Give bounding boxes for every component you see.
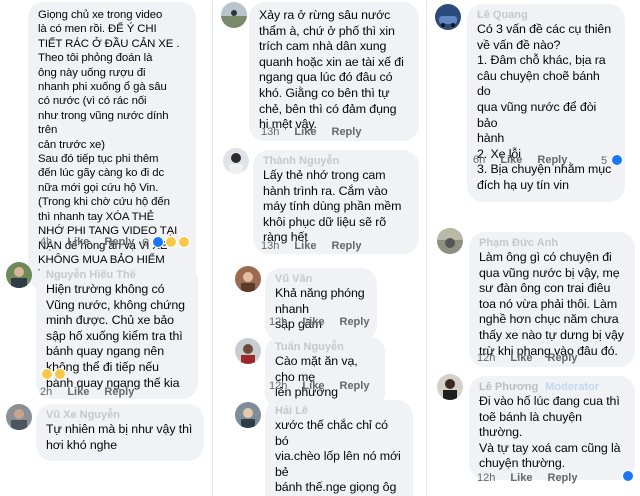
avatar[interactable] (437, 374, 463, 400)
reply-button[interactable]: Reply (332, 126, 362, 138)
commenter-name[interactable]: Lê Phương Moderator (479, 380, 625, 394)
reaction-count[interactable]: 6 (142, 236, 191, 249)
comment-text: Lấy thẻ nhớ trong cam hành trình ra. Cắm… (263, 168, 402, 245)
avatar[interactable] (235, 338, 261, 364)
comment-text: Hiện trường không có Vũng nước, không ch… (46, 282, 185, 390)
reaction-count[interactable]: 5 (601, 154, 624, 167)
avatar[interactable] (221, 2, 247, 28)
comment-column-2: Xảy ra ở rừng sâu nước thẩm à, chứ ở phố… (213, 0, 425, 496)
avatar[interactable] (223, 148, 249, 174)
avatar[interactable] (6, 262, 32, 288)
commenter-name[interactable]: Vũ Xe Nguyễn (46, 408, 194, 422)
like-button[interactable]: Like (510, 472, 532, 484)
reply-button[interactable]: Reply (548, 352, 578, 364)
comment-bubble: Lê Phương Moderator Đi vào hố lúc đang c… (469, 376, 635, 480)
reply-button[interactable]: Reply (332, 240, 362, 252)
like-button[interactable]: Like (500, 154, 522, 166)
comment-bubble: Xảy ra ở rừng sâu nước thẩm à, chứ ở phố… (249, 2, 419, 141)
comment-bubble: Vũ Xe Nguyễn Tự nhiên mà bị như vậy thì … (36, 404, 204, 462)
commenter-name[interactable]: Lê Quang (477, 8, 615, 22)
comment-actions: 13h Like Reply (261, 126, 373, 138)
reaction-icons[interactable] (40, 368, 66, 381)
comment-bubble: Vũ Văn Khả năng phóng nhanh sập gầm (265, 268, 377, 341)
avatar[interactable] (6, 404, 32, 430)
comment-time: 12h (269, 380, 288, 392)
reply-button[interactable]: Reply (548, 472, 578, 484)
comment-actions: 13h Like Reply (261, 240, 373, 252)
comment-actions: 4h Like Reply (40, 236, 146, 248)
comment-time: 13h (261, 126, 280, 138)
commenter-name-text[interactable]: Lê Phương (479, 381, 538, 393)
commenter-name[interactable]: Tuấn Nguyễn (275, 340, 375, 354)
commenter-name[interactable]: Vũ Văn (275, 272, 367, 286)
comment-bubble: Tuấn Nguyễn Cào mặt ăn vạ, cho mẹ lên ph… (265, 336, 385, 409)
like-button[interactable]: Like (67, 236, 89, 248)
haha-reaction-icon (54, 368, 66, 380)
comment-actions: 12h Like Reply (477, 472, 589, 484)
comment-bubble: Phạm Đức Anh Làm ông gì có chuyện đi qua… (469, 232, 635, 368)
like-reaction-icon (152, 236, 165, 248)
like-button[interactable]: Like (302, 316, 324, 328)
like-button[interactable]: Like (67, 386, 89, 398)
avatar[interactable] (435, 4, 461, 30)
comment-actions: 2h Like Reply (40, 386, 146, 398)
comment-time: 12h (477, 472, 496, 484)
comment-time: 2h (40, 386, 53, 398)
commenter-name[interactable]: Hải Lê (275, 404, 403, 418)
comment-text: Có 3 vấn đề các cụ thiên về vấn đề nào? … (477, 22, 612, 192)
comment-text: Tự nhiên mà bị như vậy thì hơi khó nghe (46, 422, 193, 452)
comment-time: 6h (473, 154, 486, 166)
comment-column-1: Giọng chủ xe trong video là có men rồi. … (0, 0, 212, 496)
comment-time: 12h (477, 352, 496, 364)
comment-actions: 12h Like Reply (477, 352, 589, 364)
comment-text: Đi vào hố lúc đang cua thì toẽ bánh là c… (479, 394, 621, 471)
like-button[interactable]: Like (294, 126, 316, 138)
reply-button[interactable]: Reply (537, 154, 567, 166)
comment-bubble: Lê Quang Có 3 vấn đề các cụ thiên về vấn… (467, 4, 625, 202)
comment-actions: 12h Like Reply (269, 380, 381, 392)
like-reaction-icon (622, 470, 634, 482)
wow-reaction-icon (178, 236, 191, 248)
commenter-name[interactable]: Nguyễn Hiếu Thế (46, 268, 188, 282)
reply-button[interactable]: Reply (340, 316, 370, 328)
comment-time: 13h (261, 240, 280, 252)
avatar[interactable] (235, 402, 261, 428)
commenter-name[interactable]: Thành Nguyễn (263, 154, 409, 168)
reaction-icons[interactable] (621, 470, 634, 483)
comment-actions: 12h Like Reply (269, 316, 381, 328)
avatar[interactable] (437, 228, 463, 254)
comment-column-3: Lê Quang Có 3 vấn đề các cụ thiên về vấn… (427, 0, 640, 496)
haha-reaction-icon (41, 368, 53, 380)
like-button[interactable]: Like (302, 380, 324, 392)
reaction-number: 6 (142, 237, 149, 249)
comment-time: 12h (269, 316, 288, 328)
comment-bubble: Thành Nguyễn Lấy thẻ nhớ trong cam hành … (253, 150, 419, 254)
avatar[interactable] (235, 266, 261, 292)
comment-text: Làm ông gì có chuyện đi qua vũng nước bị… (479, 250, 624, 358)
like-reaction-icon (611, 154, 624, 166)
reply-button[interactable]: Reply (104, 386, 134, 398)
comment-actions: 6h Like Reply (473, 154, 579, 166)
reply-button[interactable]: Reply (104, 236, 134, 248)
reply-button[interactable]: Reply (340, 380, 370, 392)
haha-reaction-icon (165, 236, 178, 248)
commenter-name[interactable]: Phạm Đức Anh (479, 236, 625, 250)
moderator-badge: Moderator (545, 381, 600, 393)
like-button[interactable]: Like (294, 240, 316, 252)
comment-text: Xảy ra ở rừng sâu nước thẩm à, chứ ở phố… (259, 8, 404, 132)
like-button[interactable]: Like (510, 352, 532, 364)
reaction-number: 5 (601, 155, 608, 167)
comment-time: 4h (40, 236, 53, 248)
comment-text: xước thế chắc chỉ có bó via.chèo lốp lên… (275, 418, 401, 496)
comment-bubble: Hải Lê xước thế chắc chỉ có bó via.chèo … (265, 400, 413, 496)
comment-text: Cào mặt ăn vạ, cho mẹ lên phường (275, 354, 358, 400)
